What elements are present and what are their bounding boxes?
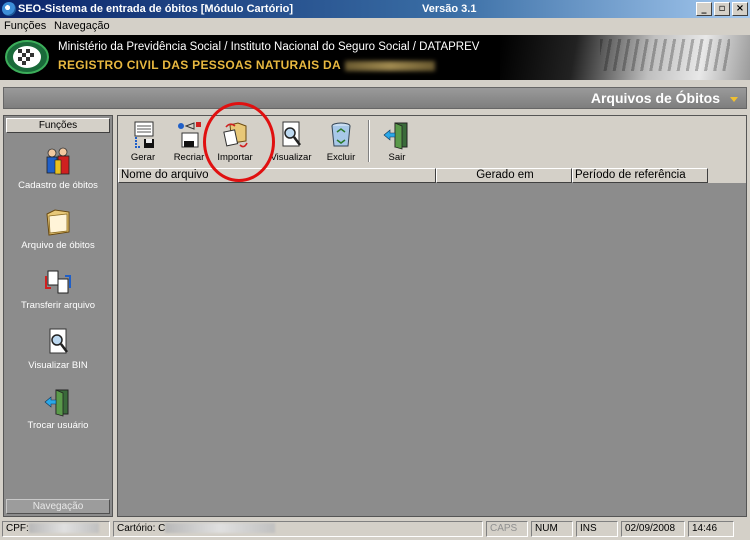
menu-navegacao[interactable]: Navegação <box>54 20 110 32</box>
menu-funcoes[interactable]: Funções <box>4 20 46 32</box>
sidebar-item-label: Trocar usuário <box>27 420 89 431</box>
sidebar-item-label: Visualizar BIN <box>28 360 88 371</box>
toolbar-label: Importar <box>217 152 253 163</box>
recycle-bin-icon <box>331 122 351 147</box>
redacted-area <box>165 523 276 534</box>
recreate-button[interactable]: Recriar <box>166 119 212 165</box>
status-date: 02/09/2008 <box>621 521 685 537</box>
title-bar: SEO-Sistema de entrada de óbitos [Módulo… <box>0 0 750 18</box>
toolbar-label: Excluir <box>326 152 356 163</box>
transfer-icon <box>45 270 71 294</box>
magnify-document-icon <box>49 328 68 354</box>
app-globe-icon <box>2 2 16 16</box>
column-header-gerado-em[interactable]: Gerado em <box>436 168 572 183</box>
window-controls: _ ▫ × <box>696 2 748 16</box>
sidebar-item-label: Cadastro de óbitos <box>18 180 98 191</box>
view-button[interactable]: Visualizar <box>268 119 314 165</box>
status-ins: INS <box>576 521 618 537</box>
sidebar: Funções Cadastro de óbitos Arquivo de ób… <box>3 115 113 517</box>
column-header-periodo[interactable]: Período de referência <box>572 168 708 183</box>
import-button[interactable]: Importar <box>212 119 258 165</box>
grid-header: Nome do arquivo Gerado em Período de ref… <box>118 168 746 183</box>
exit-door-icon <box>383 122 408 150</box>
sidebar-item-cadastro[interactable]: Cadastro de óbitos <box>4 146 112 191</box>
window-title: SEO-Sistema de entrada de óbitos [Módulo… <box>18 3 294 15</box>
delete-button[interactable]: Excluir <box>318 119 364 165</box>
chevron-down-icon[interactable] <box>730 97 738 102</box>
header-banner: Ministério da Previdência Social / Insti… <box>0 35 750 80</box>
toolbar-label: Gerar <box>130 152 156 163</box>
toolbar: Gerar Recriar Importar Visualizar Exclui… <box>118 116 746 168</box>
status-cpf: CPF: <box>2 521 110 537</box>
exit-button[interactable]: Sair <box>374 119 420 165</box>
maximize-button[interactable]: ▫ <box>714 2 730 16</box>
status-cartorio: Cartório: C <box>113 521 483 537</box>
redacted-area <box>345 60 435 71</box>
recreate-icon <box>178 122 201 148</box>
section-title: Arquivos de Óbitos <box>590 90 720 106</box>
banner-decoration <box>500 35 750 80</box>
status-num: NUM <box>531 521 573 537</box>
import-icon <box>223 122 248 148</box>
section-header: Arquivos de Óbitos <box>3 87 747 109</box>
exit-door-icon <box>44 389 69 417</box>
sidebar-header-funcoes[interactable]: Funções <box>6 118 110 133</box>
menu-bar: Funções Navegação <box>0 18 750 35</box>
people-icon <box>46 147 70 175</box>
toolbar-label: Visualizar <box>270 152 312 163</box>
folder-icon <box>46 209 70 236</box>
file-grid[interactable] <box>118 183 746 516</box>
redacted-area <box>28 523 99 534</box>
minimize-button[interactable]: _ <box>696 2 712 16</box>
sidebar-item-label: Arquivo de óbitos <box>21 240 95 251</box>
view-icon <box>282 121 301 147</box>
toolbar-label: Recriar <box>173 152 205 163</box>
toolbar-label: Sair <box>388 152 406 163</box>
generate-icon <box>134 121 154 148</box>
sidebar-item-label: Transferir arquivo <box>20 300 96 311</box>
status-caps: CAPS <box>486 521 528 537</box>
sidebar-item-visualizar-bin[interactable]: Visualizar BIN <box>4 326 112 371</box>
status-time: 14:46 <box>688 521 734 537</box>
version-label: Versão 3.1 <box>422 3 477 15</box>
banner-ministry-text: Ministério da Previdência Social / Insti… <box>58 41 480 53</box>
status-bar: CPF: Cartório: C CAPS NUM INS 02/09/2008… <box>0 519 750 540</box>
main-panel: Gerar Recriar Importar Visualizar Exclui… <box>117 115 747 517</box>
column-header-nome-arquivo[interactable]: Nome do arquivo <box>118 168 436 183</box>
sidebar-item-trocar-usuario[interactable]: Trocar usuário <box>4 386 112 431</box>
sidebar-item-arquivo[interactable]: Arquivo de óbitos <box>4 206 112 251</box>
banner-registry-text: REGISTRO CIVIL DAS PESSOAS NATURAIS DA <box>58 58 435 72</box>
close-button[interactable]: × <box>732 2 748 16</box>
dataprev-logo-icon <box>5 40 49 74</box>
generate-button[interactable]: Gerar <box>120 119 166 165</box>
toolbar-separator <box>368 120 370 162</box>
sidebar-footer-navegacao[interactable]: Navegação <box>6 499 110 514</box>
sidebar-item-transferir[interactable]: Transferir arquivo <box>4 266 112 311</box>
